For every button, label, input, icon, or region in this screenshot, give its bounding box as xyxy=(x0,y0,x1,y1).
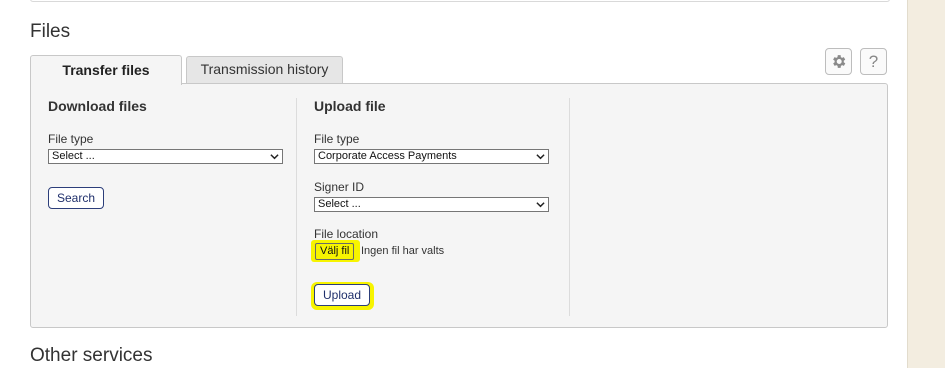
signer-id-select[interactable]: Select ... xyxy=(314,197,549,212)
signer-id-value: Select ... xyxy=(318,198,361,210)
upload-file-title: Upload file xyxy=(314,98,386,114)
column-divider xyxy=(296,98,297,316)
no-file-chosen-text: Ingen fil har valts xyxy=(361,245,445,257)
column-divider xyxy=(569,98,570,316)
upload-file-type-label: File type xyxy=(314,132,360,146)
file-location-label: File location xyxy=(314,227,379,241)
tab-transmission-history[interactable]: Transmission history xyxy=(186,56,343,83)
choose-file-button[interactable]: Välj fil xyxy=(315,243,355,260)
help-icon: ? xyxy=(868,51,879,71)
download-file-type-select[interactable]: Select ... xyxy=(48,149,283,164)
upload-file-type-select[interactable]: Corporate Access Payments xyxy=(314,149,549,164)
other-services-title: Other services xyxy=(30,345,153,366)
chevron-down-icon xyxy=(270,154,279,160)
tab-transfer-files[interactable]: Transfer files xyxy=(30,55,182,85)
upload-button[interactable]: Upload xyxy=(314,284,370,306)
download-file-type-value: Select ... xyxy=(52,150,95,162)
chevron-down-icon xyxy=(536,202,545,208)
search-button[interactable]: Search xyxy=(48,187,104,209)
chevron-down-icon xyxy=(536,154,545,160)
upload-file-type-value: Corporate Access Payments xyxy=(318,150,457,162)
help-button[interactable]: ? xyxy=(860,48,887,75)
download-file-type-label: File type xyxy=(48,132,94,146)
download-files-title: Download files xyxy=(48,98,147,114)
files-section-title: Files xyxy=(30,21,71,42)
transfer-files-panel: Download files File type Select ... Sear… xyxy=(30,83,888,328)
signer-id-label: Signer ID xyxy=(314,180,365,194)
content-panel: Files ? Transmission history Transfer fi… xyxy=(0,0,908,368)
previous-section-box xyxy=(30,0,890,2)
gear-icon xyxy=(833,55,846,68)
settings-button[interactable] xyxy=(825,48,852,75)
